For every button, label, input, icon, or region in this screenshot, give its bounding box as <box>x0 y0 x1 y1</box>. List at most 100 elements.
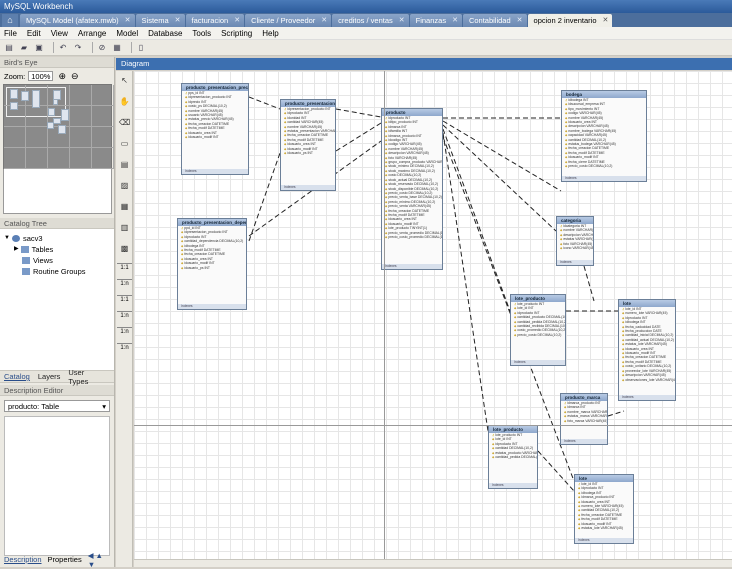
view-tool-icon[interactable]: ▥ <box>118 221 131 234</box>
entity-indexes-footer[interactable]: Indexes <box>182 169 248 174</box>
relationship-line[interactable] <box>584 266 594 301</box>
relationship-line[interactable] <box>249 97 280 109</box>
entity-lote[interactable]: lotelote_id INTnumero_lote VARCHAR(45)id… <box>618 299 676 401</box>
entity-lote-producto[interactable]: lote_productolote_producto INTlote_id IN… <box>488 425 538 489</box>
entity-indexes-footer[interactable]: Indexes <box>619 395 675 400</box>
close-icon[interactable]: ✕ <box>517 14 523 27</box>
entity-indexes-footer[interactable]: Indexes <box>511 360 565 365</box>
entity-indexes-footer[interactable]: Indexes <box>557 260 593 265</box>
entity-header[interactable]: producto_presentacion_precio <box>182 84 248 91</box>
entity-header[interactable]: lote <box>575 475 633 482</box>
routine-tool-icon[interactable]: ▩ <box>118 242 131 255</box>
open-folder-icon[interactable]: ▰ <box>19 43 29 53</box>
home-icon[interactable]: ⌂ <box>2 14 18 27</box>
entity-header[interactable]: producto_marca <box>561 394 607 401</box>
entity-header[interactable]: producto <box>382 109 442 116</box>
entity-header[interactable]: producto_presentacion_dependencia <box>178 219 246 226</box>
tab-opcion-2-inventario[interactable]: opcion 2 inventario✕ <box>528 14 613 27</box>
hand-tool-icon[interactable]: ✋ <box>118 95 131 108</box>
tab-creditos-ventas[interactable]: creditos / ventas✕ <box>332 14 408 27</box>
menu-file[interactable]: File <box>4 29 17 38</box>
schema-node[interactable]: ▼sacv3 <box>4 233 110 244</box>
menu-view[interactable]: View <box>51 29 68 38</box>
zoom-out-icon[interactable]: ⊖ <box>71 71 79 82</box>
entity-producto-marca[interactable]: producto_marcaidmarca_producto INTidmarc… <box>560 393 608 445</box>
toggle-grid-icon[interactable]: ⊘ <box>97 43 107 53</box>
entity-header[interactable]: lote_producto <box>511 295 565 302</box>
close-icon[interactable]: ✕ <box>603 14 609 27</box>
menu-model[interactable]: Model <box>116 29 138 38</box>
zoom-select[interactable]: 100% <box>28 71 53 81</box>
tab-cliente-proveedor[interactable]: Cliente / Proveedor✕ <box>245 14 331 27</box>
entity-indexes-footer[interactable]: Indexes <box>562 176 646 181</box>
eraser-tool-icon[interactable]: ⌫ <box>118 116 131 129</box>
tab-finanzas[interactable]: Finanzas✕ <box>410 14 462 27</box>
entity-indexes-footer[interactable]: Indexes <box>489 483 537 488</box>
close-icon[interactable]: ✕ <box>452 14 458 27</box>
redo-icon[interactable]: ↷ <box>73 43 83 53</box>
relationship-line[interactable] <box>443 133 488 431</box>
close-icon[interactable]: ✕ <box>399 14 405 27</box>
save-icon[interactable]: ▣ <box>34 43 44 53</box>
entity-indexes-footer[interactable]: Indexes <box>382 264 442 269</box>
relationship-line[interactable] <box>443 125 556 231</box>
close-icon[interactable]: ✕ <box>175 14 181 27</box>
tab-sistema[interactable]: Sistema✕ <box>136 14 185 27</box>
zoom-in-icon[interactable]: ⊕ <box>58 71 66 82</box>
new-document-icon[interactable]: ▤ <box>4 43 14 53</box>
relation-1-n-tool[interactable]: 1:n <box>117 279 132 287</box>
menu-tools[interactable]: Tools <box>192 29 211 38</box>
relationship-line[interactable] <box>443 129 510 311</box>
undo-icon[interactable]: ↶ <box>58 43 68 53</box>
entity-lote[interactable]: lotelote_id INTidproducto INTidbodega IN… <box>574 474 634 544</box>
entity-indexes-footer[interactable]: Indexes <box>561 439 607 444</box>
diagram-canvas[interactable]: producto_presentacion_preciopps_id INTid… <box>134 71 732 567</box>
relationship-line[interactable] <box>249 153 280 241</box>
relationship-line[interactable] <box>608 411 624 416</box>
note-tool-icon[interactable]: ▤ <box>118 158 131 171</box>
menu-arrange[interactable]: Arrange <box>78 29 106 38</box>
tab-properties[interactable]: Properties <box>48 555 82 564</box>
entity-producto-presentacion-precio[interactable]: producto_presentacion_preciopps_id INTid… <box>181 83 249 175</box>
tab-user-types[interactable]: User Types <box>68 368 106 386</box>
close-icon[interactable]: ✕ <box>234 14 240 27</box>
layer-tool-icon[interactable]: ▭ <box>118 137 131 150</box>
relation-existing-columns-tool[interactable]: 1:n <box>117 343 132 351</box>
menu-edit[interactable]: Edit <box>27 29 41 38</box>
entity-bodega[interactable]: bodegaidbodega INTidsucursal_empresa INT… <box>561 90 647 182</box>
entity-header[interactable]: categoria <box>557 217 593 224</box>
relationship-line[interactable] <box>336 123 381 151</box>
entity-lote-producto[interactable]: lote_productolote_producto INTlote_id IN… <box>510 294 566 366</box>
entity-producto-presentacion-dependencia[interactable]: producto_presentacion_dependenciappd_id … <box>177 218 247 310</box>
entity-producto[interactable]: productoidproducto INTidtipo_producto IN… <box>381 108 443 270</box>
entity-header[interactable]: lote_producto <box>489 426 537 433</box>
tab-description[interactable]: Description <box>4 555 42 564</box>
image-tool-icon[interactable]: ▨ <box>118 179 131 192</box>
description-object-select[interactable]: producto: Table <box>4 400 110 412</box>
entity-header[interactable]: bodega <box>562 91 646 98</box>
entity-header[interactable]: lote <box>619 300 675 307</box>
entity-indexes-footer[interactable]: Indexes <box>178 304 246 309</box>
expand-icon[interactable]: ▶ <box>14 244 19 255</box>
relation-1-1-identifying-tool[interactable]: 1:1 <box>117 295 132 303</box>
birds-eye-preview[interactable] <box>3 84 112 169</box>
relation-1-n-identifying-tool[interactable]: 1:n <box>117 311 132 319</box>
entity-categoria[interactable]: categoriaidcategoria INTnombre VARCHAR(4… <box>556 216 594 266</box>
pointer-tool-icon[interactable]: ↖ <box>118 74 131 87</box>
relation-1-1-tool[interactable]: 1:1 <box>117 263 132 271</box>
relationship-line[interactable] <box>336 109 381 117</box>
tab-model[interactable]: MySQL Model (afatex.mwb)✕ <box>20 14 135 27</box>
tab-layers[interactable]: Layers <box>38 372 61 381</box>
close-icon[interactable]: ✕ <box>125 14 131 27</box>
tab-facturacion[interactable]: facturacion✕ <box>186 14 245 27</box>
tab-catalog[interactable]: Catalog <box>4 372 30 381</box>
toggle-sidebar-icon[interactable]: ▯ <box>136 43 146 53</box>
tree-item-views[interactable]: Views <box>4 255 110 266</box>
entity-producto-presentacion[interactable]: producto_presentacionidpresentacion_prod… <box>280 99 336 191</box>
close-icon[interactable]: ✕ <box>321 14 327 27</box>
tree-item-routine-groups[interactable]: Routine Groups <box>4 266 110 277</box>
table-tool-icon[interactable]: ▦ <box>118 200 131 213</box>
menu-database[interactable]: Database <box>148 29 182 38</box>
scroll-arrows-icon[interactable]: ◀ ▲ ▼ <box>88 551 109 569</box>
relationship-line[interactable] <box>538 451 574 491</box>
